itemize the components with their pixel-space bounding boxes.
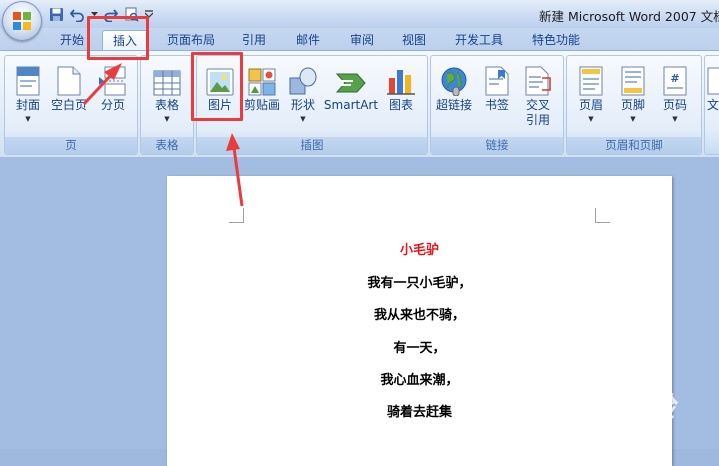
arrow-to-insert-tab — [82, 63, 122, 106]
annotation-arrows — [82, 63, 244, 207]
watermark: Bai 经验 jingyan.baidu.com — [548, 386, 718, 446]
arrow-to-picture-button — [226, 133, 244, 207]
watermark-brand: Bai 经验 — [554, 391, 676, 424]
watermark-url: jingyan.baidu.com — [554, 424, 665, 438]
office-button[interactable] — [2, 1, 42, 41]
office-logo-icon — [13, 12, 31, 30]
